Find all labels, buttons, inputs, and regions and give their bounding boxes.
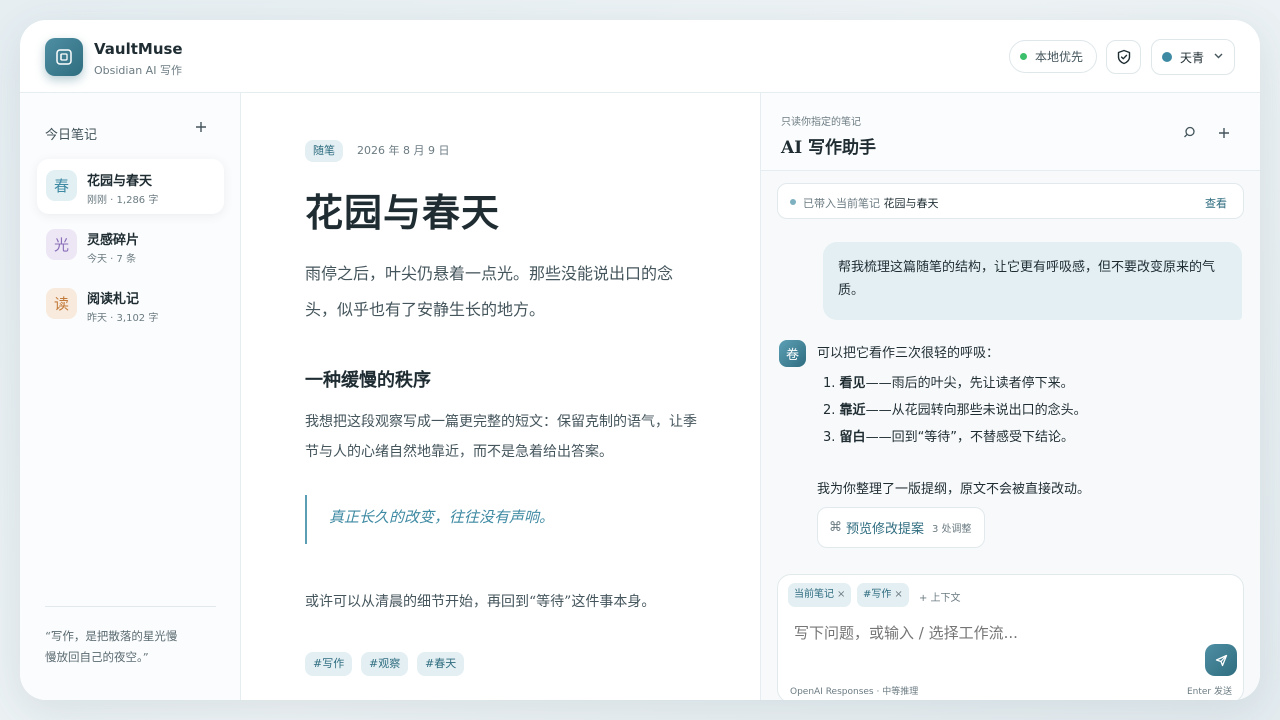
new-chat-plus-icon[interactable] (1214, 124, 1234, 144)
note-item-reading[interactable]: 读 阅读札记 昨天 · 3,102 字 (37, 277, 224, 332)
context-chip-current-note[interactable]: 当前笔记 × (788, 583, 852, 607)
context-prefix: 已带入当前笔记 (803, 197, 880, 210)
enter-hint: Enter 发送 (1186, 687, 1232, 697)
model-info: OpenAI Responses · 中等推理 (790, 687, 919, 697)
preview-label: 预览修改提案 (846, 522, 925, 537)
context-bar: 已带入当前笔记 花园与春天 查看 (777, 183, 1244, 219)
note-meta: 昨天 · 3,102 字 (87, 313, 159, 324)
tag-observe[interactable]: #观察 (361, 652, 409, 676)
tag-writing[interactable]: #写作 (305, 652, 353, 676)
status-dot-icon (1020, 53, 1027, 60)
app-subtitle: Obsidian AI 写作 (94, 64, 182, 77)
privacy-button[interactable] (1106, 40, 1141, 74)
paragraph-2[interactable]: 我想把这段观察写成一篇更完整的短文：保留克制的语气，让季节与人的心绪自然地靠近，… (305, 407, 700, 467)
context-dot-icon (790, 199, 796, 205)
local-first-label: 本地优先 (1035, 50, 1084, 64)
paragraph-3[interactable]: 或许可以从清晨的细节开始，再回到“等待”这件事本身。 (305, 591, 655, 611)
app-window: VaultMuse Obsidian AI 写作 本地优先 天青 今日笔记 春 (20, 20, 1260, 700)
context-note-name: 花园与春天 (883, 197, 939, 210)
chevron-down-icon (1214, 52, 1223, 62)
add-note-plus-icon[interactable] (193, 120, 209, 136)
ai-panel-title: AI 写作助手 (781, 138, 877, 158)
note-item-inspiration[interactable]: 光 灵感碎片 今天 · 7 条 (37, 218, 224, 273)
paragraph-1[interactable]: 雨停之后，叶尖仍悬着一点光。那些没能说出口的念头，似乎也有了安静生长的地方。 (305, 256, 695, 328)
sidebar-quote: “写作，是把散落的星光慢慢放回自己的夜空。” (45, 629, 178, 664)
header: VaultMuse Obsidian AI 写作 本地优先 天青 (20, 20, 1260, 93)
context-chip-writing[interactable]: #写作 × (857, 583, 909, 607)
theme-label: 天青 (1180, 50, 1205, 65)
quote-bar (305, 495, 307, 544)
prompt-input[interactable] (794, 624, 1194, 642)
assistant-outro: 我为你整理了一版提纲，原文不会被直接改动。 (817, 482, 1091, 497)
list-item: 2. 靠近——从花园转向那些未说出口的念头。 (823, 403, 1087, 418)
theme-selector[interactable]: 天青 (1151, 39, 1235, 75)
category-tag[interactable]: 随笔 (305, 140, 343, 162)
list-item: 1. 看见——雨后的叶尖，先让读者停下来。 (823, 376, 1074, 391)
send-icon (1215, 654, 1227, 666)
add-context-button[interactable]: + 上下文 (919, 589, 961, 604)
tag-spring[interactable]: #春天 (417, 652, 465, 676)
note-title: 阅读札记 (87, 292, 140, 307)
list-item: 3. 留白——回到“等待”，不替感受下结论。 (823, 430, 1075, 445)
ai-panel-header: 只读你指定的笔记 AI 写作助手 (761, 93, 1260, 171)
note-badge: 春 (46, 170, 77, 201)
note-badge: 读 (46, 288, 77, 319)
local-first-badge[interactable]: 本地优先 (1009, 40, 1097, 73)
preview-proposal-button[interactable]: ⌘ 预览修改提案 3 处调整 (817, 507, 985, 548)
assistant-avatar: 卷 (779, 340, 806, 367)
shield-check-icon (1117, 49, 1130, 65)
context-text: 已带入当前笔记 花园与春天 (803, 195, 939, 211)
note-badge: 光 (46, 229, 77, 260)
vault-icon (56, 49, 72, 65)
note-date: 2026 年 8 月 9 日 (357, 144, 450, 157)
view-context-link[interactable]: 查看 (1205, 195, 1227, 211)
assistant-points: 1. 看见——雨后的叶尖，先让读者停下来。 2. 靠近——从花园转向那些未说出口… (823, 370, 1087, 451)
composer: 当前笔记× #写作× + 上下文 OpenAI Responses · 中等推理… (777, 574, 1244, 700)
ai-panel-subtitle: 只读你指定的笔记 (781, 117, 861, 128)
app-name: VaultMuse (94, 40, 183, 58)
note-title: 灵感碎片 (87, 233, 140, 248)
section-heading[interactable]: 一种缓慢的秩序 (305, 366, 431, 392)
blockquote[interactable]: 真正长久的改变，往往没有声响。 (329, 506, 554, 527)
note-item-garden[interactable]: 春 花园与春天 刚刚 · 1,286 字 (37, 159, 224, 214)
remove-chip-icon: × (894, 589, 903, 600)
search-icon[interactable] (1179, 124, 1199, 144)
command-icon: ⌘ (829, 520, 842, 535)
note-title-heading[interactable]: 花园与春天 (305, 182, 500, 237)
preview-count: 3 处调整 (932, 524, 972, 535)
note-meta: 刚刚 · 1,286 字 (87, 195, 159, 206)
app-logo (45, 38, 83, 76)
send-button[interactable] (1205, 644, 1237, 676)
sidebar-title: 今日笔记 (45, 128, 98, 143)
sidebar-divider (45, 606, 216, 607)
ai-panel: 只读你指定的笔记 AI 写作助手 已带入当前笔记 花园与春天 查看 帮我梳理这篇… (760, 93, 1260, 700)
assistant-intro: 可以把它看作三次很轻的呼吸： (817, 346, 1000, 361)
note-title: 花园与春天 (87, 174, 153, 189)
theme-color-dot (1162, 52, 1172, 62)
editor: 随笔 2026 年 8 月 9 日 花园与春天 雨停之后，叶尖仍悬着一点光。那些… (241, 93, 760, 700)
remove-chip-icon: × (837, 589, 846, 600)
sidebar: 今日笔记 春 花园与春天 刚刚 · 1,286 字 光 灵感碎片 今天 · 7 … (20, 93, 241, 700)
note-meta: 今天 · 7 条 (87, 254, 137, 265)
user-message: 帮我梳理这篇随笔的结构，让它更有呼吸感，但不要改变原来的气质。 (823, 242, 1242, 320)
